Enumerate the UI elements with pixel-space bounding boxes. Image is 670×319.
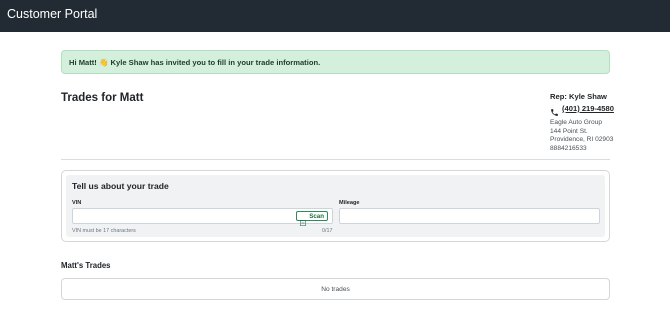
rep-name: Rep: Kyle Shaw	[550, 92, 607, 101]
section-divider	[61, 159, 610, 160]
invitation-alert-text: Hi Matt! 👋 Kyle Shaw has invited you to …	[69, 58, 321, 67]
mileage-input[interactable]	[340, 209, 599, 223]
page-title: Trades for Matt	[61, 92, 144, 104]
vin-input[interactable]	[73, 209, 332, 223]
invitation-alert: Hi Matt! 👋 Kyle Shaw has invited you to …	[61, 50, 610, 74]
vin-field-wrapper: Scan	[72, 208, 333, 227]
vin-label: VIN	[72, 200, 82, 206]
top-navbar: Customer Portal	[0, 0, 670, 32]
dealer-phone: 8884216533	[550, 144, 587, 152]
vin-hint: VIN must be 17 characters	[72, 228, 136, 234]
mileage-field-wrapper	[339, 208, 600, 224]
barcode-scan-icon	[300, 213, 307, 227]
empty-trades-message: No trades	[321, 286, 350, 293]
trades-list: No trades	[61, 278, 610, 300]
scan-vin-button[interactable]: Scan	[296, 211, 328, 227]
mileage-label: Mileage	[339, 200, 360, 206]
trades-section-title: Matt's Trades	[61, 261, 111, 270]
trade-form-panel: Tell us about your trade VIN Scan VIN mu…	[66, 175, 605, 237]
dealer-address: Eagle Auto Group 144 Point St. Providenc…	[550, 119, 630, 153]
scan-button-label: Scan	[309, 212, 324, 220]
phone-icon	[550, 104, 559, 116]
dealer-city: Providence, RI 02903	[550, 136, 614, 144]
rep-phone-link[interactable]: (401) 219-4580	[562, 104, 614, 113]
rep-phone-row[interactable]: (401) 219-4580	[550, 104, 630, 116]
trade-form-card: Tell us about your trade VIN Scan VIN mu…	[61, 170, 610, 242]
app-title: Customer Portal	[7, 7, 98, 21]
vin-char-count: 0/17	[322, 228, 333, 234]
dealer-name: Eagle Auto Group	[550, 119, 603, 126]
dealer-street: 144 Point St.	[550, 127, 588, 135]
rep-info: Rep: Kyle Shaw (401) 219-4580 Eagle Auto…	[550, 92, 630, 153]
trade-form-title: Tell us about your trade	[72, 181, 169, 191]
